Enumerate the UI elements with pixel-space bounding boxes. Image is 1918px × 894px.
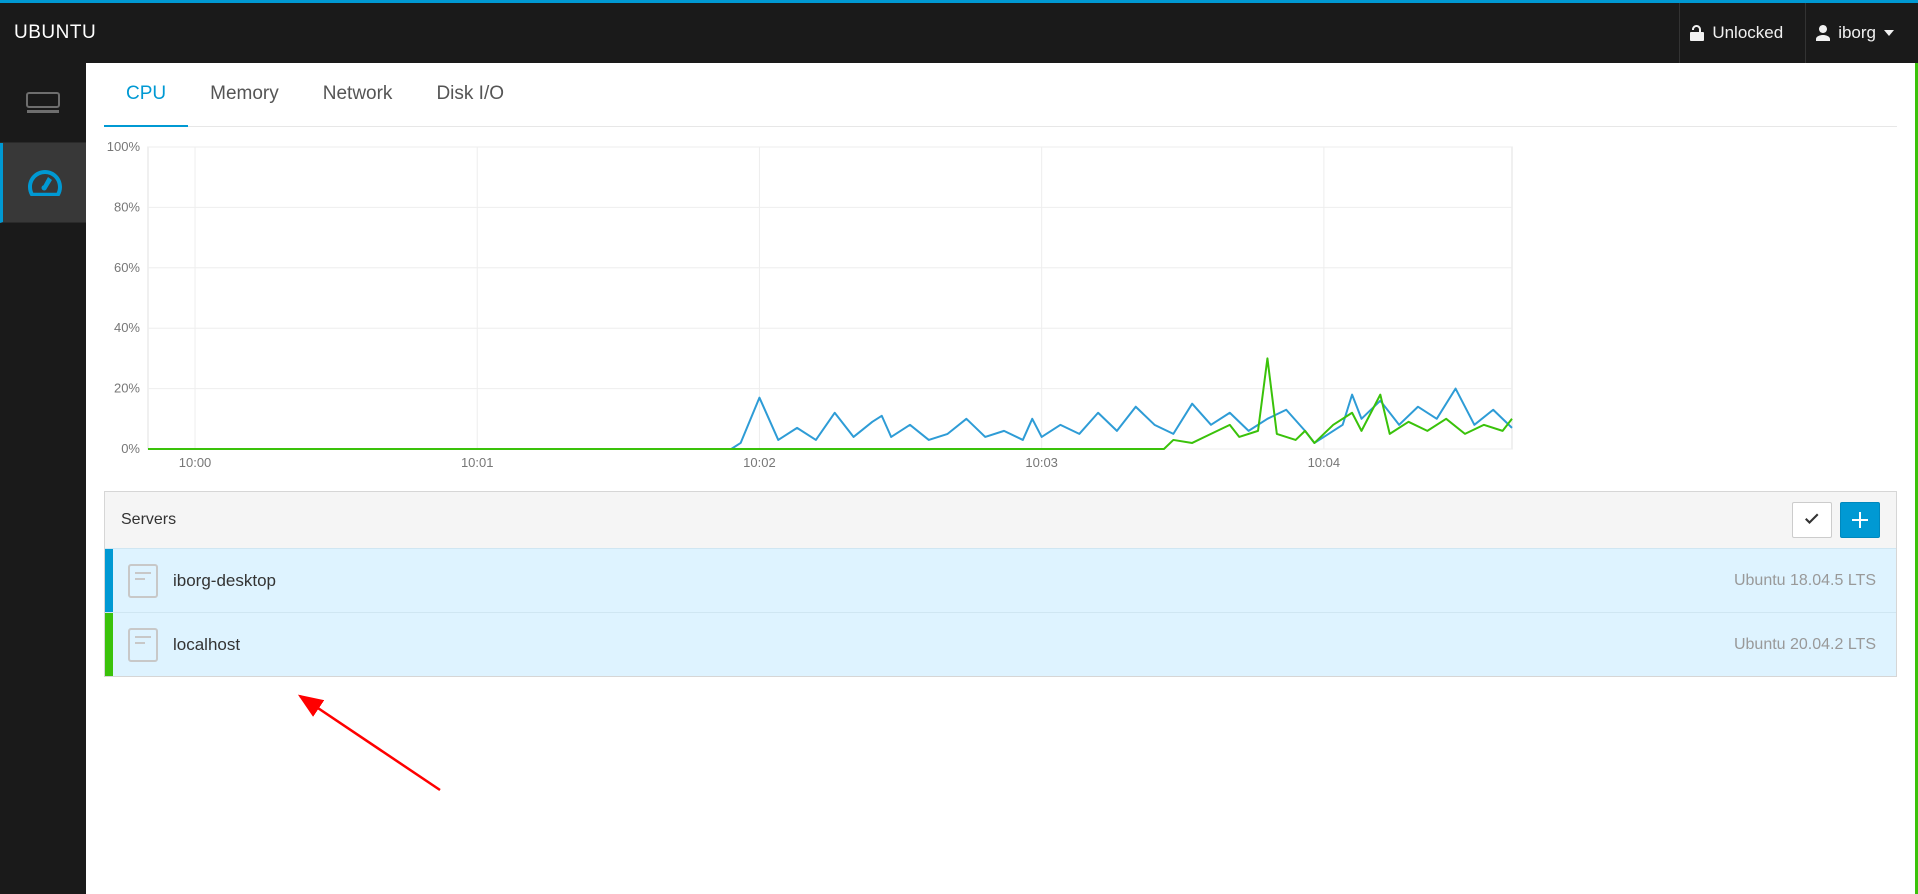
chevron-down-icon <box>1884 30 1894 36</box>
servers-title: Servers <box>121 511 176 529</box>
sidebar-item-dashboard[interactable] <box>0 143 86 223</box>
server-os: Ubuntu 20.04.2 LTS <box>1734 636 1896 654</box>
svg-text:10:04: 10:04 <box>1308 455 1341 470</box>
server-color-strip <box>105 613 113 676</box>
server-icon <box>113 628 173 662</box>
svg-text:40%: 40% <box>114 320 140 335</box>
header-bar: UBUNTU Unlocked iborg <box>0 3 1918 63</box>
tab-network[interactable]: Network <box>301 63 415 126</box>
svg-text:10:02: 10:02 <box>743 455 776 470</box>
servers-header: Servers <box>105 492 1896 548</box>
server-name: iborg-desktop <box>173 571 1734 591</box>
svg-text:0%: 0% <box>121 441 140 456</box>
add-server-button[interactable] <box>1840 502 1880 538</box>
tab-cpu[interactable]: CPU <box>104 63 188 127</box>
svg-text:20%: 20% <box>114 381 140 396</box>
server-os: Ubuntu 18.04.5 LTS <box>1734 572 1896 590</box>
svg-text:80%: 80% <box>114 199 140 214</box>
svg-text:60%: 60% <box>114 260 140 275</box>
user-menu[interactable]: iborg <box>1805 3 1904 63</box>
user-icon <box>1816 25 1830 41</box>
main-content: CPU Memory Network Disk I/O 0% 20% 40% 60% 8… <box>86 63 1918 894</box>
lock-status-label: Unlocked <box>1712 23 1783 43</box>
svg-text:10:01: 10:01 <box>461 455 494 470</box>
brand-label: UBUNTU <box>14 22 96 44</box>
user-label: iborg <box>1838 23 1876 43</box>
header-right: Unlocked iborg <box>1679 3 1904 63</box>
tab-diskio[interactable]: Disk I/O <box>414 63 526 126</box>
server-icon <box>113 564 173 598</box>
unlock-icon <box>1690 25 1704 41</box>
host-icon <box>25 91 61 115</box>
cpu-chart: 0% 20% 40% 60% 80% 100% 10:00 10:01 10:02 10:03 10… <box>98 139 1518 479</box>
dashboard-icon <box>28 170 62 196</box>
server-color-strip <box>105 549 113 612</box>
sidebar-item-host[interactable] <box>0 63 86 143</box>
server-name: localhost <box>173 635 1734 655</box>
servers-panel: Servers <box>104 491 1897 677</box>
server-row[interactable]: iborg-desktop Ubuntu 18.04.5 LTS <box>105 548 1896 612</box>
sidebar <box>0 63 86 894</box>
chart-container: 0% 20% 40% 60% 80% 100% 10:00 10:01 10:02 10:03 10… <box>98 139 1897 479</box>
servers-actions <box>1792 502 1880 538</box>
lock-status[interactable]: Unlocked <box>1679 3 1793 63</box>
svg-text:10:00: 10:00 <box>179 455 212 470</box>
check-icon <box>1804 513 1820 527</box>
svg-text:100%: 100% <box>107 139 141 154</box>
select-all-button[interactable] <box>1792 502 1832 538</box>
metric-tabs: CPU Memory Network Disk I/O <box>104 63 1897 127</box>
plus-icon <box>1852 512 1868 528</box>
tab-memory[interactable]: Memory <box>188 63 301 126</box>
server-row[interactable]: localhost Ubuntu 20.04.2 LTS <box>105 612 1896 676</box>
svg-text:10:03: 10:03 <box>1025 455 1058 470</box>
